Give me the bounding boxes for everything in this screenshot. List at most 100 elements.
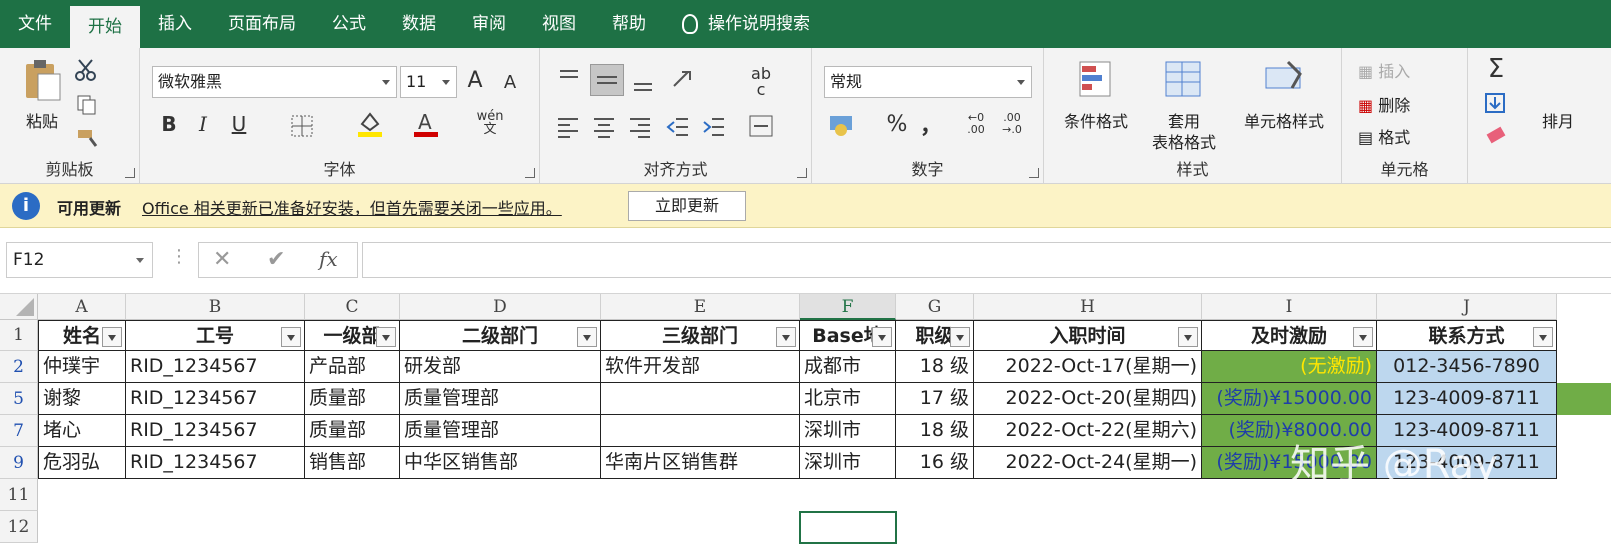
- update-now-button[interactable]: 立即更新: [628, 191, 746, 221]
- row-header-2[interactable]: 2: [0, 351, 38, 383]
- italic-button[interactable]: I: [192, 112, 214, 136]
- filter-dropdown-icon[interactable]: [776, 327, 796, 347]
- wrap-text-icon[interactable]: ab c: [748, 66, 774, 98]
- percent-button[interactable]: %: [884, 112, 910, 137]
- paste-button[interactable]: 粘贴: [16, 58, 68, 132]
- tell-me-search[interactable]: 操作说明搜索: [664, 0, 828, 48]
- row-header-5[interactable]: 5: [0, 383, 38, 415]
- cut-icon[interactable]: [74, 58, 98, 82]
- table-cell[interactable]: 质量部: [305, 415, 400, 447]
- filter-dropdown-icon[interactable]: [1533, 327, 1553, 347]
- tab-help[interactable]: 帮助: [594, 0, 664, 48]
- table-cell[interactable]: 深圳市: [800, 415, 896, 447]
- formula-input[interactable]: [362, 242, 1611, 278]
- shrink-font-icon[interactable]: A: [498, 72, 522, 93]
- copy-icon[interactable]: [76, 94, 98, 116]
- table-cell[interactable]: 2022-Oct-24(星期一): [974, 447, 1202, 479]
- fill-color-icon[interactable]: [356, 110, 384, 138]
- column-header-c[interactable]: C: [305, 294, 400, 320]
- table-cell[interactable]: 研发部: [400, 351, 601, 383]
- align-right-icon[interactable]: [628, 116, 652, 138]
- comma-button[interactable]: ，: [920, 108, 942, 140]
- merge-center-icon[interactable]: [748, 114, 774, 138]
- borders-icon[interactable]: [290, 114, 314, 138]
- cancel-icon[interactable]: ✕: [213, 247, 231, 272]
- tab-formulas[interactable]: 公式: [314, 0, 384, 48]
- align-center-icon[interactable]: [592, 116, 616, 138]
- sort-filter-label[interactable]: 排月: [1542, 108, 1574, 132]
- header-cell[interactable]: 三级部门: [601, 320, 800, 351]
- table-cell[interactable]: 产品部: [305, 351, 400, 383]
- header-cell[interactable]: 入职时间: [974, 320, 1202, 351]
- tab-view[interactable]: 视图: [524, 0, 594, 48]
- filter-dropdown-icon[interactable]: [950, 327, 970, 347]
- filter-dropdown-icon[interactable]: [281, 327, 301, 347]
- decrease-indent-icon[interactable]: [666, 116, 690, 138]
- header-cell[interactable]: 及时激励: [1202, 320, 1377, 351]
- row-header-9[interactable]: 9: [0, 447, 38, 479]
- enter-icon[interactable]: ✔: [267, 247, 285, 272]
- table-cell[interactable]: 谢黎: [38, 383, 126, 415]
- table-cell[interactable]: 华南片区销售群: [601, 447, 800, 479]
- table-cell[interactable]: [601, 383, 800, 415]
- format-as-table-button[interactable]: 套用 表格格式: [1140, 58, 1228, 153]
- orientation-icon[interactable]: [670, 68, 704, 92]
- grow-font-icon[interactable]: A: [463, 68, 487, 93]
- increase-decimal-button[interactable]: ←0 .00: [962, 112, 990, 136]
- header-cell[interactable]: 联系方式: [1377, 320, 1557, 351]
- filter-dropdown-icon[interactable]: [102, 327, 122, 347]
- table-cell[interactable]: (无激励): [1202, 351, 1377, 383]
- table-cell[interactable]: 2022-Oct-20(星期四): [974, 383, 1202, 415]
- header-cell[interactable]: 姓名: [38, 320, 126, 351]
- filter-dropdown-icon[interactable]: [872, 327, 892, 347]
- header-cell[interactable]: Base地: [800, 320, 896, 351]
- font-color-icon[interactable]: A: [412, 110, 440, 138]
- clipboard-launcher[interactable]: [125, 168, 135, 178]
- table-cell[interactable]: 仲璞宇: [38, 351, 126, 383]
- column-header-a[interactable]: A: [38, 294, 126, 320]
- fill-icon[interactable]: [1484, 92, 1506, 114]
- header-cell[interactable]: 职级: [896, 320, 974, 351]
- table-cell[interactable]: 质量管理部: [400, 415, 601, 447]
- table-cell[interactable]: 软件开发部: [601, 351, 800, 383]
- table-cell[interactable]: 深圳市: [800, 447, 896, 479]
- table-cell[interactable]: (奖励)¥15000.00: [1202, 383, 1377, 415]
- bottom-align-icon[interactable]: [632, 72, 654, 92]
- bold-button[interactable]: B: [158, 112, 180, 136]
- delete-cells-button[interactable]: ▦ 删除: [1358, 92, 1410, 116]
- table-cell[interactable]: 2022-Oct-17(星期一): [974, 351, 1202, 383]
- font-name-select[interactable]: 微软雅黑: [152, 66, 397, 98]
- filter-dropdown-icon[interactable]: [1178, 327, 1198, 347]
- insert-function-icon[interactable]: fx: [319, 247, 338, 271]
- filter-dropdown-icon[interactable]: [376, 327, 396, 347]
- table-cell[interactable]: RID_1234567: [126, 415, 305, 447]
- column-header-j[interactable]: J: [1377, 294, 1557, 320]
- column-header-g[interactable]: G: [896, 294, 974, 320]
- format-cells-button[interactable]: ▤ 格式: [1358, 124, 1410, 148]
- table-cell[interactable]: 中华区销售部: [400, 447, 601, 479]
- table-cell[interactable]: 18 级: [896, 351, 974, 383]
- select-all-corner[interactable]: [0, 294, 38, 320]
- column-header-b[interactable]: B: [126, 294, 305, 320]
- table-cell[interactable]: 成都市: [800, 351, 896, 383]
- column-header-e[interactable]: E: [601, 294, 800, 320]
- column-header-d[interactable]: D: [400, 294, 601, 320]
- table-cell[interactable]: 18 级: [896, 415, 974, 447]
- tab-data[interactable]: 数据: [384, 0, 454, 48]
- row-header-1[interactable]: 1: [0, 320, 38, 351]
- clear-icon[interactable]: [1484, 124, 1508, 146]
- font-size-select[interactable]: 11: [400, 66, 457, 98]
- table-cell[interactable]: 2022-Oct-22(星期六): [974, 415, 1202, 447]
- row-header-11[interactable]: 11: [0, 479, 38, 511]
- decrease-decimal-button[interactable]: .00 →.0: [998, 112, 1026, 136]
- accounting-icon[interactable]: [828, 112, 856, 138]
- tab-page-layout[interactable]: 页面布局: [210, 0, 314, 48]
- row-header-7[interactable]: 7: [0, 415, 38, 447]
- phonetic-icon[interactable]: wén 文: [476, 110, 504, 136]
- header-cell[interactable]: 二级部门: [400, 320, 601, 351]
- increase-indent-icon[interactable]: [702, 116, 726, 138]
- column-header-f[interactable]: F: [800, 294, 896, 320]
- filter-dropdown-icon[interactable]: [577, 327, 597, 347]
- cell-styles-button[interactable]: 单元格样式: [1234, 58, 1334, 132]
- table-cell[interactable]: 危羽弘: [38, 447, 126, 479]
